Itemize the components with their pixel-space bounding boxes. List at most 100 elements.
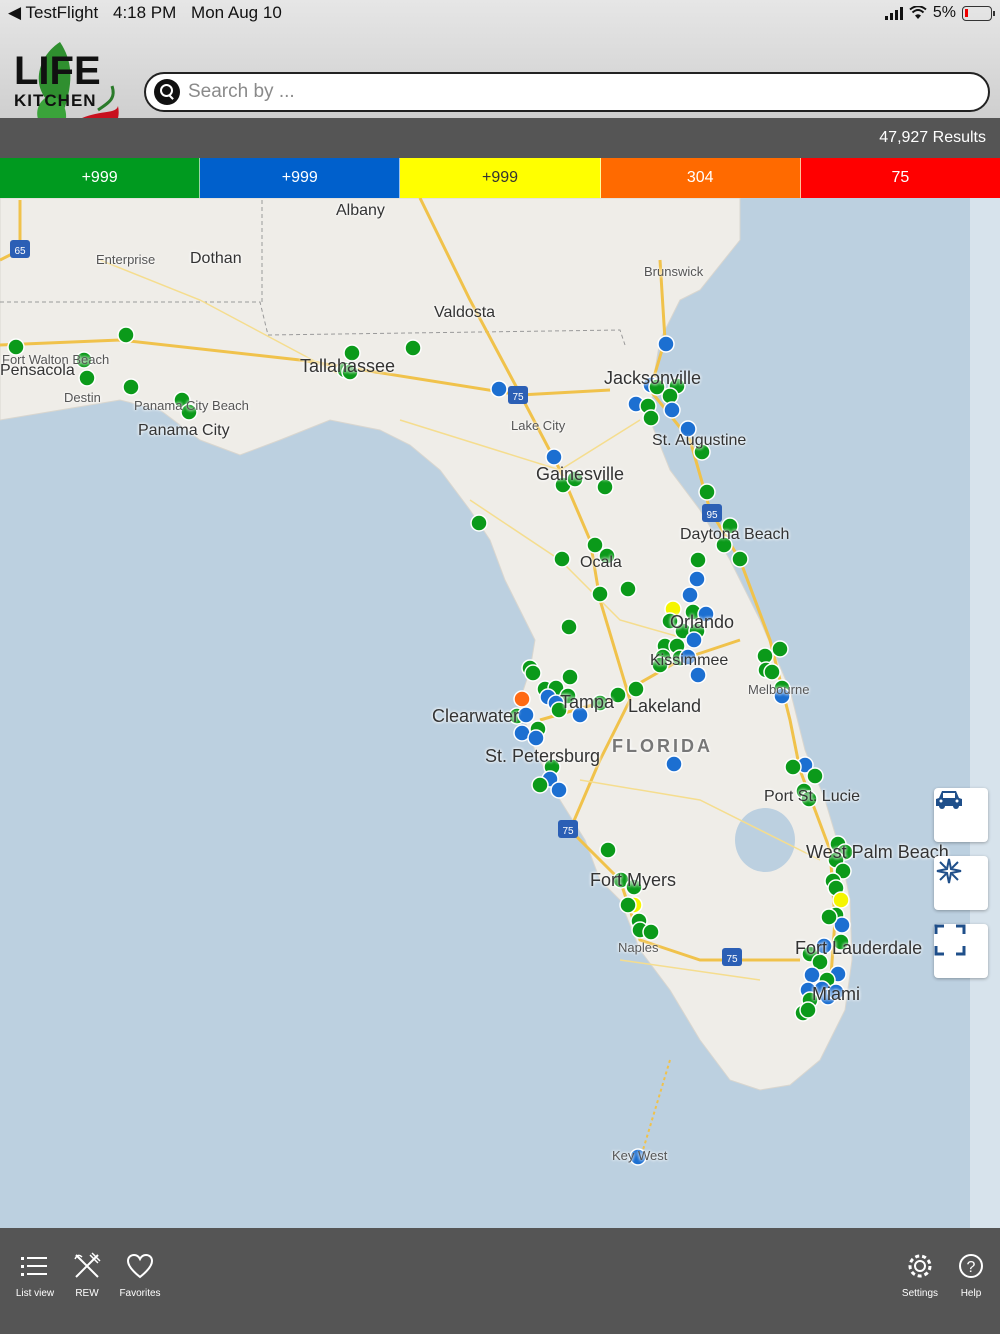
- svg-text:75: 75: [726, 954, 738, 965]
- filter-orange[interactable]: 304: [600, 158, 801, 198]
- list-icon: [21, 1257, 47, 1276]
- location-marker[interactable]: [820, 908, 838, 926]
- place-label: St. Augustine: [652, 432, 747, 449]
- place-label: Pensacola: [0, 362, 75, 379]
- svg-text:LIFE: LIFE: [14, 49, 101, 93]
- place-label: Dothan: [190, 250, 242, 267]
- location-marker[interactable]: [657, 335, 675, 353]
- location-marker[interactable]: [689, 551, 707, 569]
- location-marker[interactable]: [591, 585, 609, 603]
- location-marker[interactable]: [561, 668, 579, 686]
- results-bar: 47,927 Results: [0, 118, 1000, 158]
- bottom-tab-bar: List view REW Favorites Settings ? Help: [0, 1228, 1000, 1334]
- location-marker[interactable]: [122, 378, 140, 396]
- location-marker[interactable]: [117, 326, 135, 344]
- wifi-icon: [909, 6, 927, 19]
- location-marker[interactable]: [619, 896, 637, 914]
- status-filter-bar: +999 +999 +999 304 75: [0, 158, 1000, 198]
- help-icon: ?: [959, 1254, 983, 1278]
- place-label: Ocala: [580, 554, 622, 571]
- location-marker[interactable]: [806, 767, 824, 785]
- place-label: St. Petersburg: [485, 746, 601, 766]
- place-label: Daytona Beach: [680, 526, 790, 543]
- location-marker[interactable]: [627, 680, 645, 698]
- place-label: Naples: [618, 940, 659, 955]
- location-marker[interactable]: [731, 550, 749, 568]
- location-marker[interactable]: [642, 409, 660, 427]
- place-label: Tampa: [560, 692, 615, 712]
- back-to-testflight[interactable]: ◀ TestFlight: [8, 3, 98, 22]
- car-directions-button[interactable]: [934, 788, 988, 842]
- location-marker[interactable]: [619, 580, 637, 598]
- place-label: Tallahassee: [300, 356, 396, 376]
- search-input[interactable]: [188, 81, 968, 103]
- fullscreen-icon: [934, 924, 966, 956]
- location-marker[interactable]: [642, 923, 660, 941]
- location-marker[interactable]: [560, 618, 578, 636]
- place-label: Lakeland: [628, 696, 702, 716]
- highway-shield-75-south: 75: [558, 820, 578, 838]
- location-marker[interactable]: [78, 369, 96, 387]
- location-marker[interactable]: [681, 586, 699, 604]
- location-marker[interactable]: [763, 663, 781, 681]
- place-label: Fort Myers: [590, 870, 677, 890]
- location-marker[interactable]: [550, 781, 568, 799]
- place-label: Lake City: [511, 418, 566, 433]
- location-marker[interactable]: [698, 483, 716, 501]
- place-label: Key West: [612, 1148, 668, 1163]
- place-label: Jacksonville: [604, 368, 702, 388]
- location-marker[interactable]: [688, 570, 706, 588]
- location-marker[interactable]: [545, 448, 563, 466]
- place-label: Gainesville: [536, 464, 625, 484]
- filter-red[interactable]: 75: [800, 158, 1000, 198]
- highway-shield-75-alley: 75: [722, 948, 742, 966]
- location-marker[interactable]: [527, 729, 545, 747]
- state-label: FLORIDA: [612, 736, 713, 756]
- app-root: ◀ TestFlight 4:18 PM Mon Aug 10 5% LIFE …: [0, 0, 1000, 1334]
- tab-help[interactable]: ? Help: [936, 1248, 1000, 1299]
- highway-shield-65: 65: [10, 240, 30, 258]
- filter-yellow[interactable]: +999: [400, 158, 601, 198]
- location-marker[interactable]: [665, 755, 683, 773]
- map-view[interactable]: 65 75 95 75 75 Albany Dothan Enterprise …: [0, 198, 1000, 1228]
- location-marker[interactable]: [524, 664, 542, 682]
- search-bar[interactable]: [144, 72, 990, 112]
- highway-shield-95: 95: [702, 504, 722, 522]
- location-marker[interactable]: [404, 339, 422, 357]
- location-marker[interactable]: [771, 640, 789, 658]
- place-label: Fort Lauderdale: [795, 938, 923, 958]
- place-label: Melbourne: [748, 682, 810, 697]
- location-marker[interactable]: [490, 380, 508, 398]
- place-label: Panama City: [138, 422, 230, 439]
- recenter-icon: [936, 858, 962, 884]
- place-label: Valdosta: [434, 304, 496, 321]
- location-marker[interactable]: [803, 966, 821, 984]
- fork-knife-icon: [74, 1252, 101, 1278]
- place-label: Kissimmee: [650, 652, 729, 669]
- location-marker[interactable]: [517, 706, 535, 724]
- location-marker[interactable]: [470, 514, 488, 532]
- location-marker[interactable]: [832, 891, 850, 909]
- location-marker[interactable]: [784, 758, 802, 776]
- svg-text:65: 65: [14, 246, 26, 257]
- filter-blue[interactable]: +999: [200, 158, 401, 198]
- fullscreen-button[interactable]: [934, 924, 988, 978]
- place-label: Miami: [812, 984, 860, 1004]
- location-marker[interactable]: [663, 401, 681, 419]
- recenter-button[interactable]: [934, 856, 988, 910]
- location-marker[interactable]: [513, 690, 531, 708]
- place-label: Albany: [336, 202, 385, 219]
- location-marker[interactable]: [531, 776, 549, 794]
- status-bar-left: ◀ TestFlight 4:18 PM Mon Aug 10: [8, 3, 292, 23]
- location-marker[interactable]: [599, 841, 617, 859]
- location-marker[interactable]: [553, 550, 571, 568]
- app-header: ◀ TestFlight 4:18 PM Mon Aug 10 5% LIFE …: [0, 0, 1000, 144]
- tab-favorites[interactable]: Favorites: [105, 1248, 175, 1299]
- status-time: 4:18 PM: [112, 3, 177, 22]
- svg-text:?: ?: [967, 1259, 976, 1276]
- svg-text:95: 95: [706, 510, 718, 521]
- place-label: Orlando: [670, 612, 735, 632]
- status-date: Mon Aug 10: [191, 3, 282, 22]
- location-marker[interactable]: [685, 631, 703, 649]
- filter-green[interactable]: +999: [0, 158, 201, 198]
